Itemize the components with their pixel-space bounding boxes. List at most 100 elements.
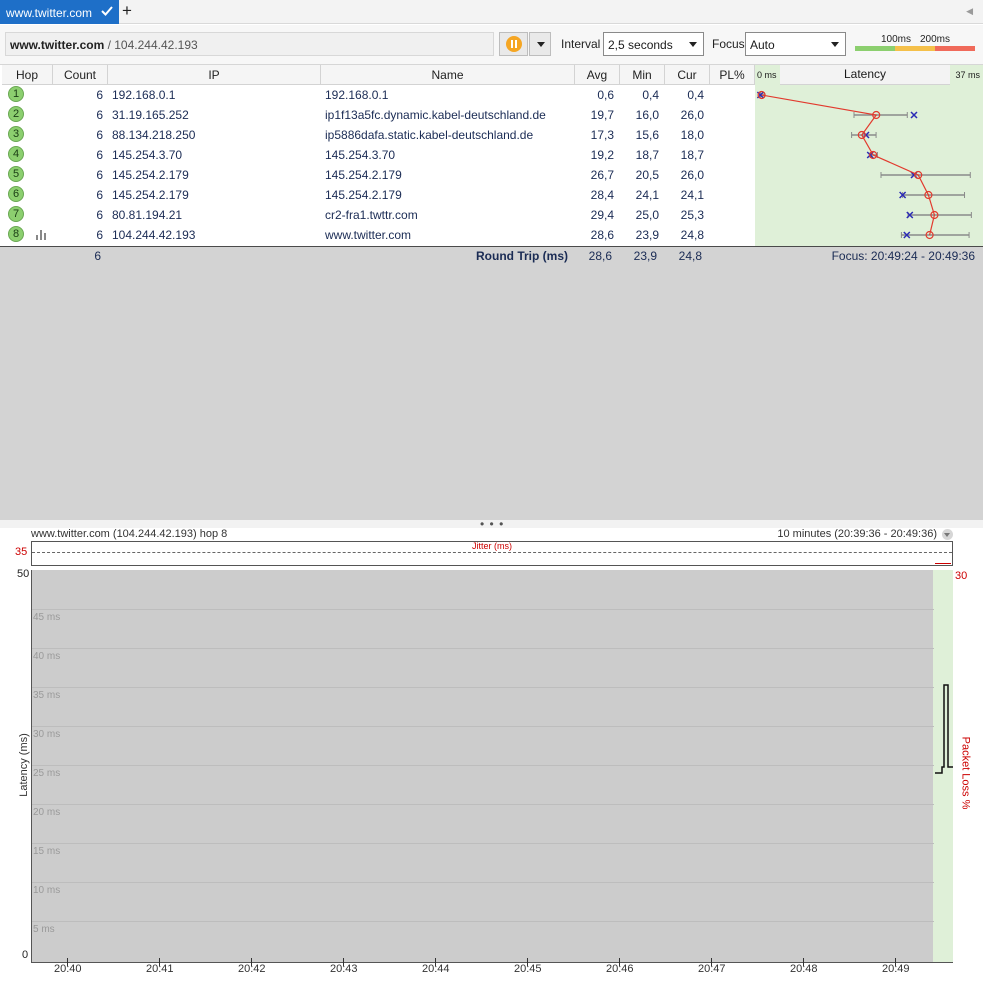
latency-graph[interactable]: 45 ms 40 ms 35 ms 30 ms 25 ms 20 ms 15 ms 10 ms… [31,570,953,963]
y-axis-title: Latency (ms) [17,733,30,797]
scale-200-label: 200ms [920,34,951,45]
summary-label: Round Trip (ms) [476,249,568,263]
grid-line [32,804,934,805]
cell-ip: 192.168.0.1 [112,88,176,102]
latency-mini-chart [756,90,972,240]
x-tick-mark [895,958,896,966]
grid-line [32,609,934,610]
cell-ip: 88.134.218.250 [112,128,196,142]
col-min[interactable]: Min [620,65,665,85]
jitter-label: Jitter (ms) [472,541,512,551]
latency-current-marker [910,111,918,119]
latency-max-label: 37 ms [955,70,980,80]
new-tab-button[interactable]: + [122,2,138,20]
x-tick-mark [251,958,252,966]
time-range-dropdown[interactable] [942,529,953,540]
grid-label: 35 ms [33,690,61,701]
splitter-grip-icon: • • • [480,517,505,531]
chevron-down-icon [831,42,839,47]
x-tick-mark [343,958,344,966]
cell-count: 6 [96,88,103,102]
cell-name: 145.254.3.70 [325,148,396,162]
scale-green-bar [855,46,895,51]
cell-count: 6 [96,108,103,122]
latency-min-label: 0 ms [757,70,777,80]
x-tick-mark [67,958,68,966]
check-icon [101,6,113,16]
col-cur[interactable]: Cur [665,65,710,85]
cell-avg: 29,4 [590,208,614,222]
table-row[interactable]: 6 6 145.254.2.179 145.254.2.179 28,4 24,1 24,1 [2,185,755,205]
latency-scale-legend: 100ms 200ms [855,34,975,52]
cell-ip: 31.19.165.252 [112,108,189,122]
graph-header: www.twitter.com (104.244.42.193) hop 8 1… [0,528,983,542]
jitter-chart: Jitter (ms) [31,541,953,566]
table-row[interactable]: 7 6 80.81.194.21 cr2-fra1.twttr.com 29,4 25,0… [2,205,755,225]
cell-name: 192.168.0.1 [325,88,389,102]
table-row[interactable]: 5 6 145.254.2.179 145.254.2.179 26,7 20,5 26,0 [2,165,755,185]
scroll-left-icon[interactable]: ◀ [966,6,973,17]
panel-splitter[interactable]: • • • [0,517,983,531]
cell-count: 6 [96,208,103,222]
cell-avg: 17,3 [590,128,614,142]
packet-loss-title: Packet Loss % [959,736,972,810]
cell-ip: 80.81.194.21 [112,208,183,222]
summary-count: 6 [94,249,101,263]
summary-cur: 24,8 [678,249,702,263]
target-host: www.twitter.com [10,38,105,52]
cell-min: 25,0 [635,208,659,222]
grid-line [32,648,934,649]
cell-min: 18,7 [635,148,659,162]
cell-cur: 18,0 [680,128,704,142]
pause-button[interactable] [499,32,528,56]
grid-label: 45 ms [33,612,61,623]
col-pl[interactable]: PL% [710,65,755,85]
cell-cur: 24,8 [680,228,704,242]
target-field[interactable]: www.twitter.com / 104.244.42.193 [5,32,494,56]
graph-title: www.twitter.com (104.244.42.193) hop 8 [31,528,228,540]
x-tick-mark [527,958,528,966]
table-row[interactable]: 2 6 31.19.165.252 ip1f13a5fc.dynamic.kabel-… [2,105,755,125]
latency-column-header[interactable]: 0 ms Latency 37 ms [755,65,983,85]
cell-name: ip1f13a5fc.dynamic.kabel-deutschland.de [325,108,546,122]
trace-options-dropdown[interactable] [529,32,551,56]
focus-select[interactable]: Auto [745,32,846,56]
cell-avg: 0,6 [597,88,614,102]
grid-line [32,921,934,922]
toolbar: www.twitter.com / 104.244.42.193 Interva… [0,25,983,65]
interval-select[interactable]: 2,5 seconds [603,32,704,56]
cell-min: 15,6 [635,128,659,142]
grid-line [32,882,934,883]
table-row[interactable]: 8 6 104.244.42.193 www.twitter.com 28,6 23,9 2… [2,225,755,245]
cell-min: 20,5 [635,168,659,182]
cell-min: 16,0 [635,108,659,122]
tab-twitter[interactable]: www.twitter.com [0,0,119,24]
col-avg[interactable]: Avg [575,65,620,85]
summary-avg: 28,6 [588,249,612,263]
cell-name: 145.254.2.179 [325,168,402,182]
hop-number-badge: 1 [8,86,24,102]
jitter-trace [935,563,951,564]
table-row[interactable]: 4 6 145.254.3.70 145.254.3.70 19,2 18,7 18,7 [2,145,755,165]
scale-yellow-bar [895,46,935,51]
col-name[interactable]: Name [321,65,575,85]
col-ip[interactable]: IP [108,65,321,85]
table-row[interactable]: 3 6 88.134.218.250 ip5886dafa.static.kabel-… [2,125,755,145]
cell-min: 0,4 [642,88,659,102]
bar-chart-icon[interactable] [36,230,48,240]
table-row[interactable]: 1 6 192.168.0.1 192.168.0.1 0,6 0,4 0,4 [2,85,755,105]
latency-trace [935,684,953,774]
focus-label: Focus [712,37,745,51]
col-count[interactable]: Count [53,65,108,85]
focus-value: Auto [750,38,775,52]
summary-focus: Focus: 20:49:24 - 20:49:36 [831,249,975,263]
cell-ip: 104.244.42.193 [112,228,196,242]
graph-time-range[interactable]: 10 minutes (20:39:36 - 20:49:36) [777,528,937,540]
cell-count: 6 [96,188,103,202]
cell-avg: 28,6 [590,228,614,242]
latency-title: Latency [780,65,950,85]
hop-number-badge: 5 [8,166,24,182]
col-hop[interactable]: Hop [2,65,53,85]
grid-label: 15 ms [33,846,61,857]
grid-line [32,726,934,727]
